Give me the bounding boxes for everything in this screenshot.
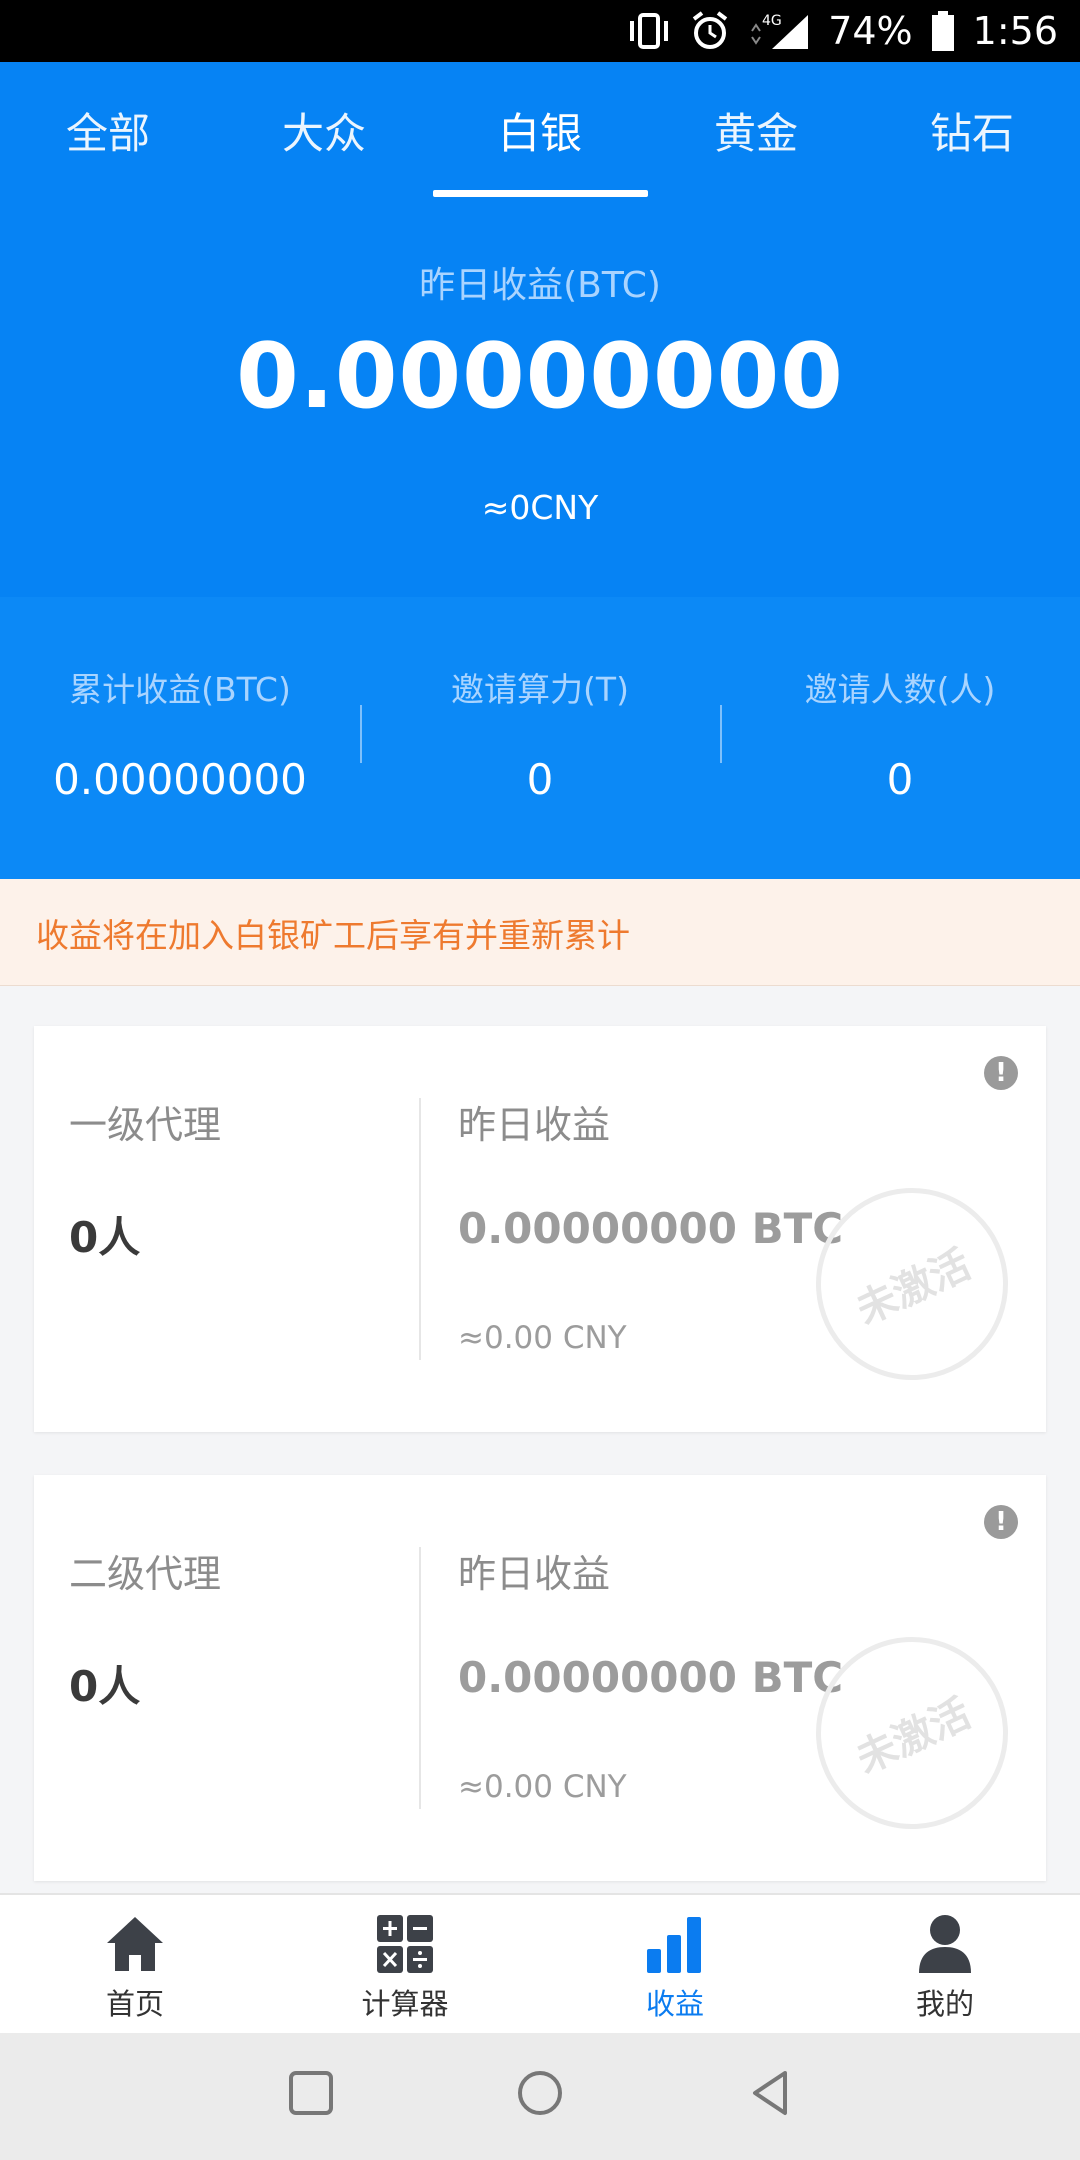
cny-earnings: ≈0.00 CNY [458, 1769, 627, 1805]
cny-earnings: ≈0.00 CNY [458, 1320, 627, 1356]
yesterday-label: 昨日收益 [458, 1552, 611, 1596]
earnings-header: 全部 大众 白银 黄金 钻石 昨日收益(BTC) 0.00000000 ≈0CN… [0, 62, 1080, 597]
tab-silver[interactable]: 白银 [432, 100, 648, 161]
nav-label: 收益 [645, 1987, 704, 2021]
network-label: 4G [762, 13, 782, 29]
stat-label: 邀请人数(人) [804, 670, 996, 709]
nav-profile[interactable]: 我的 [810, 1895, 1080, 2035]
bar-chart-icon [647, 1917, 701, 1973]
agent-card-level2[interactable]: 二级代理 0人 昨日收益 0.00000000 BTC ≈0.00 CNY ! … [34, 1475, 1046, 1881]
clock: 1:56 [972, 9, 1058, 53]
stat-label: 邀请算力(T) [451, 670, 629, 709]
stat-total-earnings: 累计收益(BTC) 0.00000000 [0, 597, 360, 879]
tier-tabs: 全部 大众 白银 黄金 钻石 [0, 62, 1080, 202]
stat-value: 0.00000000 [53, 755, 307, 804]
home-icon [107, 1917, 163, 1971]
stat-value: 0 [886, 755, 914, 804]
info-icon[interactable]: ! [984, 1056, 1018, 1090]
inactive-stamp: 未激活 [784, 1605, 1040, 1861]
signal-4g-icon: 4G [751, 13, 809, 49]
tab-all[interactable]: 全部 [0, 100, 216, 161]
vibrate-icon [630, 13, 669, 49]
nav-home[interactable]: 首页 [0, 1895, 270, 2035]
agent-card-level1[interactable]: 一级代理 0人 昨日收益 0.00000000 BTC ≈0.00 CNY ! … [34, 1026, 1046, 1432]
back-icon[interactable] [741, 2063, 801, 2123]
notice-text: 收益将在加入白银矿工后享有并重新累计 [36, 916, 630, 955]
agent-level-label: 一级代理 [69, 1103, 222, 1147]
battery-percent: 74% [828, 9, 913, 53]
yesterday-earnings-cny: ≈0CNY [481, 488, 599, 527]
person-icon [919, 1915, 971, 1973]
nav-label: 我的 [915, 1987, 974, 2021]
card-divider [419, 1098, 421, 1360]
nav-label: 计算器 [361, 1987, 449, 2021]
stat-label: 累计收益(BTC) [69, 670, 291, 709]
info-icon[interactable]: ! [984, 1505, 1018, 1539]
agent-count: 0人 [69, 1662, 141, 1711]
calculator-icon [377, 1915, 433, 1973]
yesterday-earnings-label: 昨日收益(BTC) [419, 265, 661, 306]
nav-label: 首页 [105, 1987, 164, 2021]
status-icons: 4G 74% 1:56 [626, 0, 1058, 62]
stat-invited-people: 邀请人数(人) 0 [720, 597, 1080, 879]
btc-earnings: 0.00000000 BTC [458, 1204, 844, 1253]
recent-apps-icon[interactable] [281, 2063, 341, 2123]
agent-level-label: 二级代理 [69, 1552, 222, 1596]
stat-value: 0 [526, 755, 554, 804]
tab-diamond[interactable]: 钻石 [864, 100, 1080, 161]
bottom-navigation: 首页 计算器 收益 我的 [0, 1893, 1080, 2035]
summary-stats: 累计收益(BTC) 0.00000000 邀请算力(T) 0 邀请人数(人) 0 [0, 597, 1080, 879]
home-button-icon[interactable] [510, 2063, 570, 2123]
nav-earnings[interactable]: 收益 [540, 1895, 810, 2035]
agent-count: 0人 [69, 1213, 141, 1262]
stat-invited-hashrate: 邀请算力(T) 0 [360, 597, 720, 879]
btc-earnings: 0.00000000 BTC [458, 1653, 844, 1702]
system-navigation-bar [0, 2033, 1080, 2160]
yesterday-earnings-value: 0.00000000 [236, 324, 844, 429]
inactive-stamp: 未激活 [784, 1156, 1040, 1412]
card-divider [419, 1547, 421, 1809]
battery-icon [931, 11, 954, 51]
active-tab-indicator [433, 190, 648, 197]
notice-banner: 收益将在加入白银矿工后享有并重新累计 [0, 879, 1080, 986]
status-bar: 4G 74% 1:56 [0, 0, 1080, 62]
tab-public[interactable]: 大众 [216, 100, 432, 161]
alarm-icon [692, 11, 728, 49]
nav-calculator[interactable]: 计算器 [270, 1895, 540, 2035]
yesterday-label: 昨日收益 [458, 1103, 611, 1147]
tab-gold[interactable]: 黄金 [648, 100, 864, 161]
